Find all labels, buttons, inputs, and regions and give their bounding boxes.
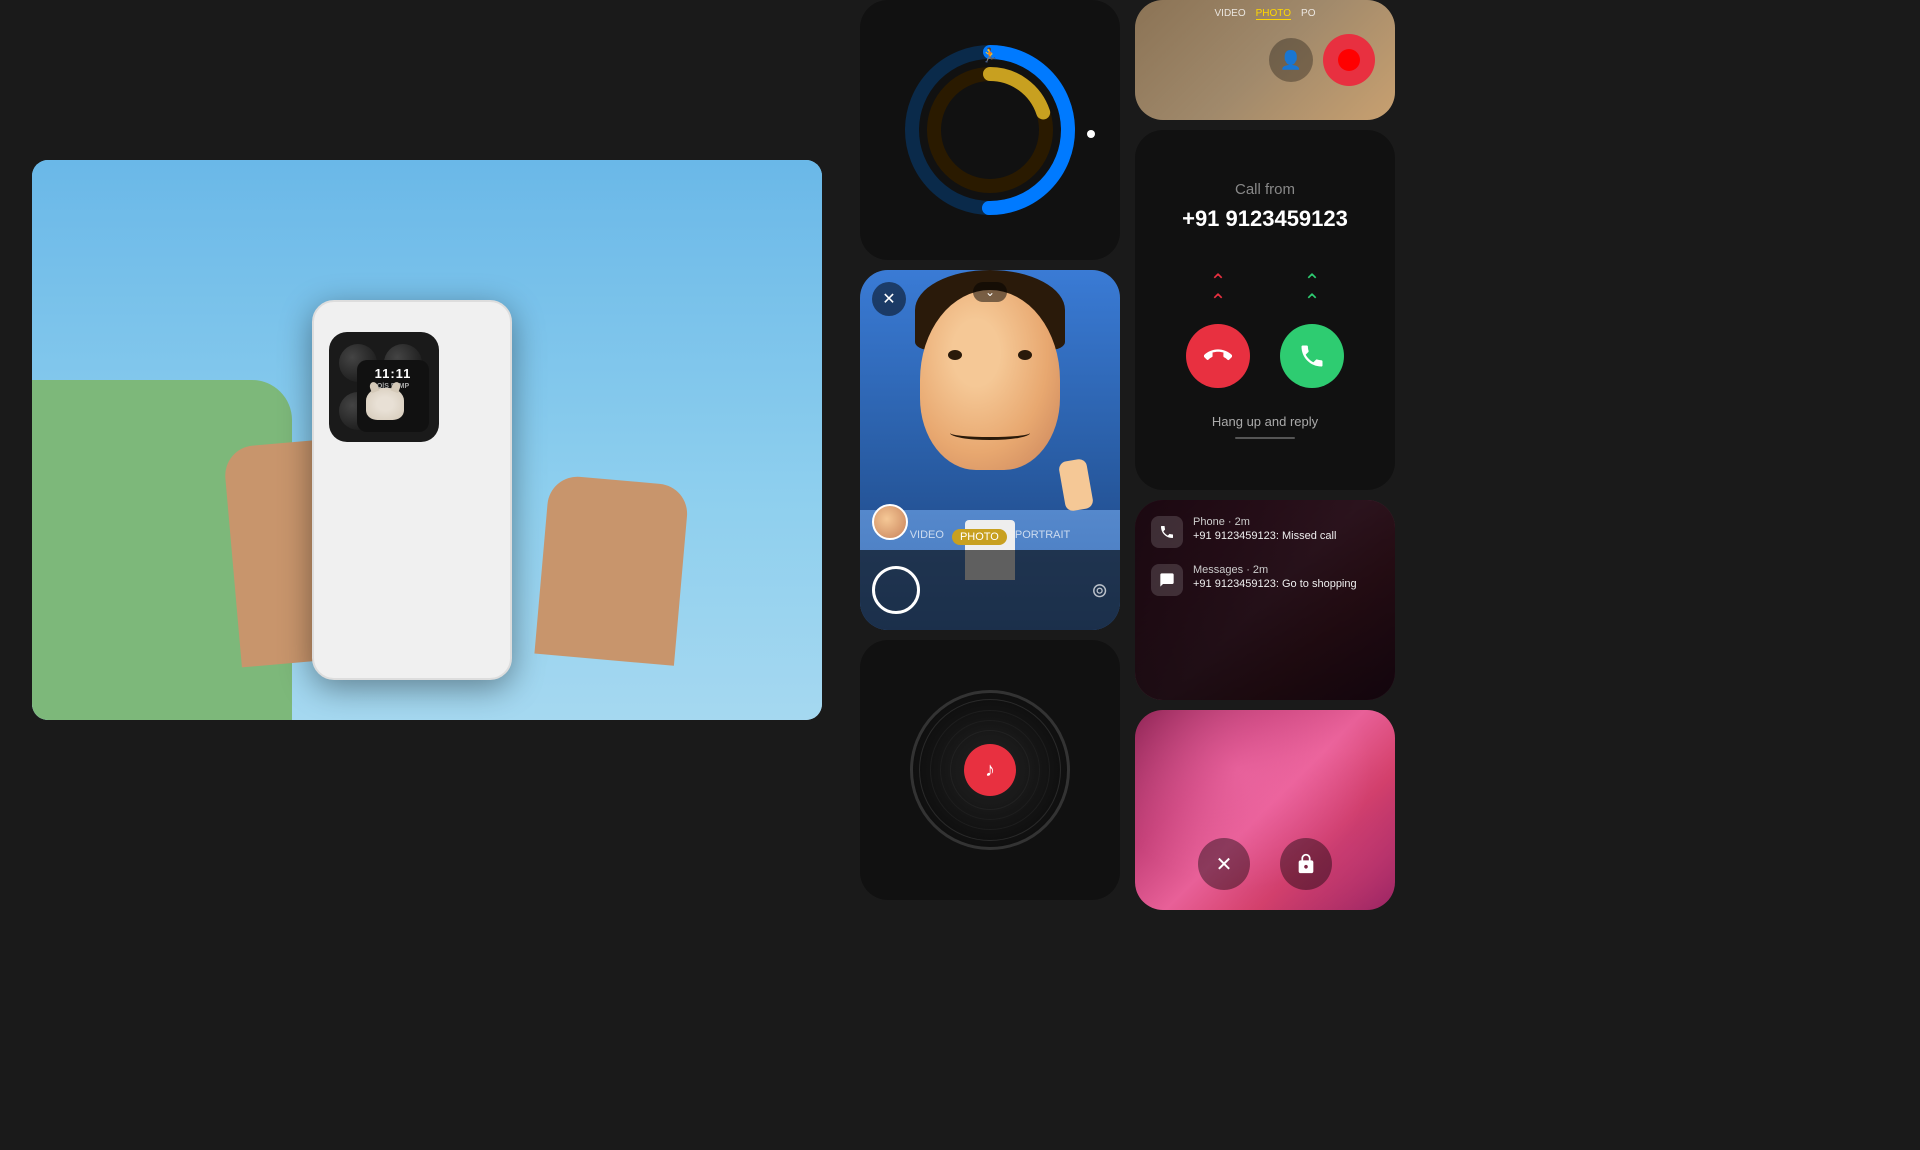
answer-phone-icon: [1298, 342, 1326, 370]
photo-mode-bar: VIDEO PHOTO PO: [1135, 8, 1395, 20]
lock-screen-controls: ✕: [1135, 838, 1395, 890]
lock-lock-button[interactable]: [1280, 838, 1332, 890]
notification-phone-app: Phone · 2m: [1193, 516, 1379, 528]
photo-contacts-button[interactable]: 👤: [1269, 38, 1313, 82]
hang-reply-underline: [1235, 437, 1295, 439]
notification-messages-icon: [1151, 564, 1183, 596]
video-mode-photo[interactable]: PHOTO: [952, 529, 1007, 545]
device-clock: 11:11: [375, 366, 412, 381]
notification-phone-content: Phone · 2m +91 9123459123: Missed call: [1193, 516, 1379, 542]
photo-mode-po[interactable]: PO: [1301, 8, 1315, 20]
hang-reply-label: Hang up and reply: [1212, 414, 1318, 429]
device-pet-avatar: [366, 388, 404, 420]
fitness-ring: 🏃: [900, 40, 1080, 220]
video-mode-labels: VIDEO PHOTO PORTRAIT: [860, 529, 1120, 545]
hand-right: [534, 474, 689, 666]
hangup-phone-icon: [1204, 342, 1232, 370]
video-minimize-button[interactable]: ⌄: [973, 282, 1007, 302]
video-pip-icon[interactable]: ⊚: [1091, 578, 1108, 603]
notifications-card: Phone · 2m +91 9123459123: Missed call M…: [1135, 500, 1395, 700]
hangup-button[interactable]: [1186, 324, 1250, 388]
video-shutter-button[interactable]: [872, 566, 920, 614]
main-phone-image: 11:11 O|S 50MP: [32, 160, 822, 720]
call-number: +91 9123459123: [1182, 206, 1348, 232]
notification-phone-message: +91 9123459123: Missed call: [1193, 530, 1379, 542]
notification-item-phone: Phone · 2m +91 9123459123: Missed call: [1151, 516, 1379, 548]
notification-messages-message: +91 9123459123: Go to shopping: [1193, 578, 1379, 590]
lock-icon: [1295, 853, 1317, 875]
music-play-button[interactable]: ♪: [964, 744, 1016, 796]
video-hand-gesture: [1058, 458, 1094, 512]
call-from-label: Call from: [1235, 181, 1295, 198]
answer-button[interactable]: [1280, 324, 1344, 388]
fitness-card: 🏃: [860, 0, 1120, 260]
lock-screen-card: ✕: [1135, 710, 1395, 910]
video-mode-portrait[interactable]: PORTRAIT: [1015, 529, 1070, 545]
video-call-card: ✕ ⌄ VIDEO PHOTO PORTRAIT ⊚: [860, 270, 1120, 630]
video-controls-bar: ⊚: [860, 550, 1120, 630]
device-mini-screen: 11:11 O|S 50MP: [357, 360, 429, 432]
music-card: ♪: [860, 640, 1120, 900]
hangup-button-wrapper: ⌃⌃: [1186, 272, 1250, 388]
fitness-ring-svg: 🏃: [900, 40, 1080, 220]
incoming-call-card: Call from +91 9123459123 ⌃⌃ ⌃⌃ Hang up a…: [1135, 130, 1395, 490]
lock-close-button[interactable]: ✕: [1198, 838, 1250, 890]
photo-mode-video[interactable]: VIDEO: [1215, 8, 1246, 20]
photo-mode-photo[interactable]: PHOTO: [1256, 8, 1291, 20]
call-action-buttons: ⌃⌃ ⌃⌃: [1186, 272, 1344, 388]
ring-dot-indicator: [1087, 130, 1095, 138]
notification-messages-app: Messages · 2m: [1193, 564, 1379, 576]
camera-module: 11:11 O|S 50MP: [329, 332, 439, 442]
video-mode-video[interactable]: VIDEO: [910, 529, 944, 545]
photo-record-button[interactable]: [1323, 34, 1375, 86]
music-note-icon: ♪: [985, 759, 995, 782]
music-disc: ♪: [910, 690, 1070, 850]
notification-messages-content: Messages · 2m +91 9123459123: Go to shop…: [1193, 564, 1379, 590]
video-person-face: [920, 290, 1060, 470]
notification-phone-icon: [1151, 516, 1183, 548]
photo-top-card: VIDEO PHOTO PO 👤: [1135, 0, 1395, 120]
video-flash-off-button[interactable]: ✕: [872, 282, 906, 316]
notification-item-messages: Messages · 2m +91 9123459123: Go to shop…: [1151, 564, 1379, 596]
hangup-arrows-icon: ⌃⌃: [1210, 272, 1227, 312]
answer-arrows-icon: ⌃⌃: [1304, 272, 1321, 312]
photo-top-controls: 👤: [1269, 34, 1375, 86]
answer-button-wrapper: ⌃⌃: [1280, 272, 1344, 388]
device-in-image: 11:11 O|S 50MP: [312, 300, 512, 680]
svg-text:🏃: 🏃: [981, 47, 998, 63]
